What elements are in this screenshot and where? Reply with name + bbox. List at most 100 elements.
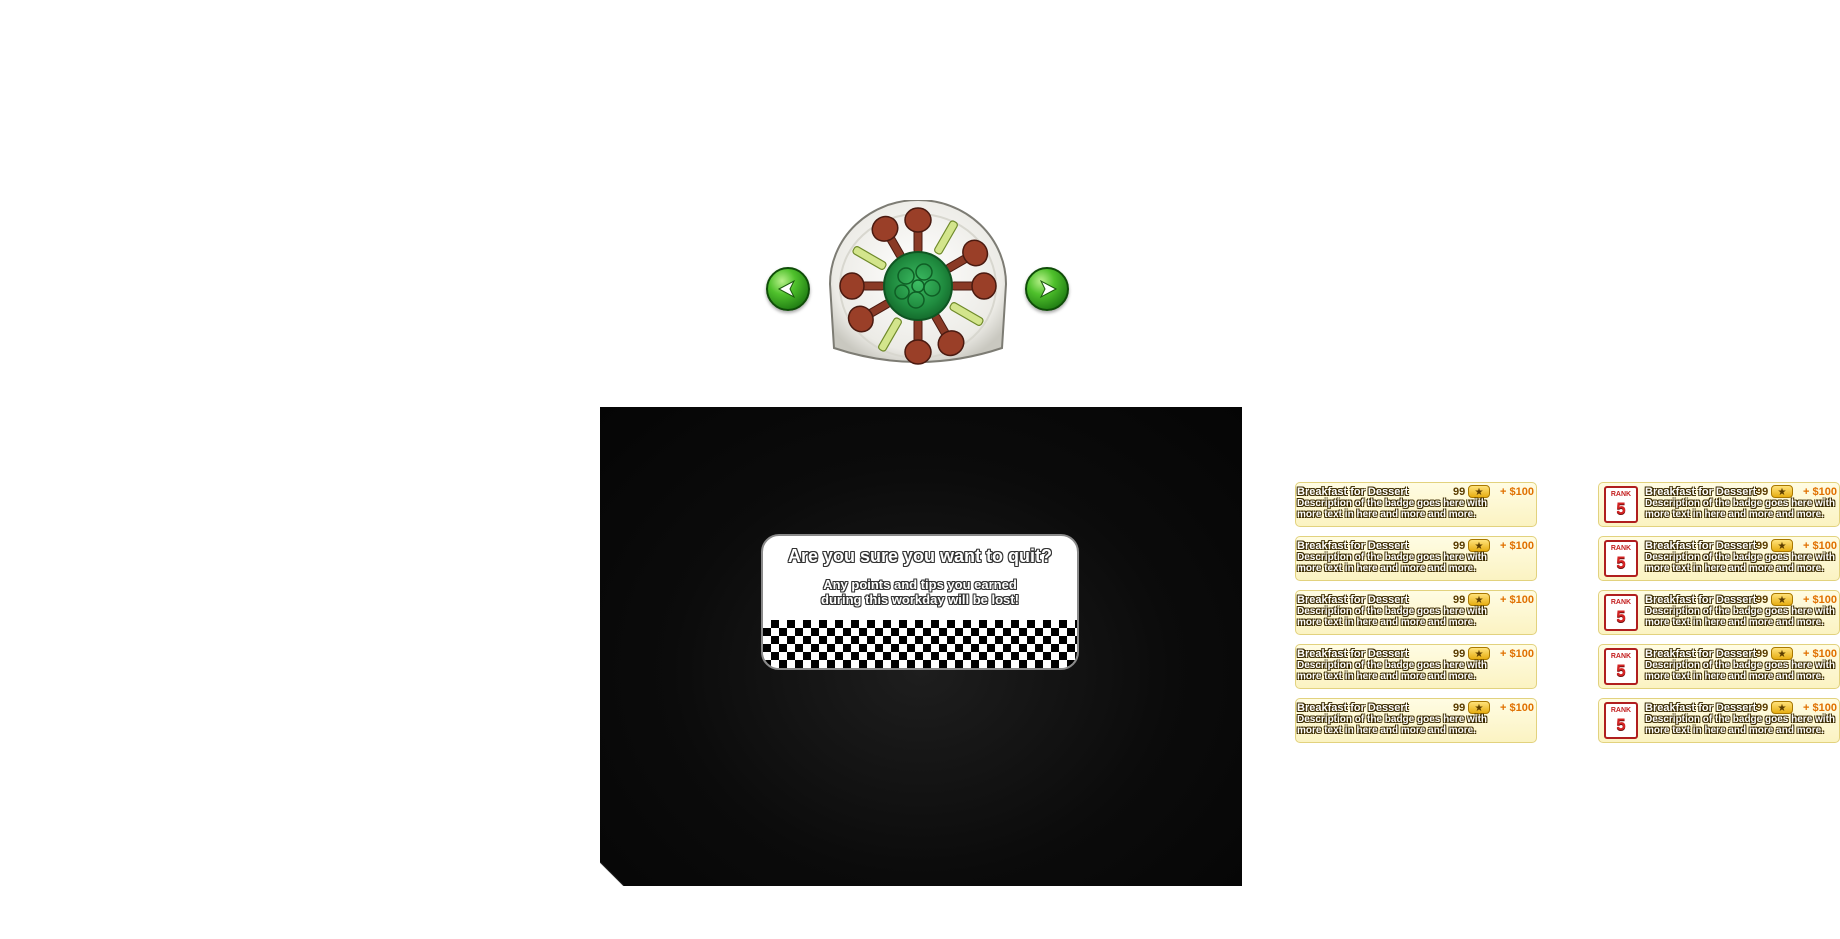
badge-card[interactable]: RANK 5 Breakfast for Dessert 99 ★ + $100 Descr… xyxy=(1598,644,1840,689)
next-plate-button[interactable] xyxy=(1025,267,1069,311)
badge-card[interactable]: RANK 5 Breakfast for Dessert 99 ★ + $100 Descr… xyxy=(1598,536,1840,581)
badge-description-line-2: more text in here and more and more. xyxy=(1645,509,1824,520)
badge-card[interactable]: RANK 5 Breakfast for Dessert 99 ★ + $100 Descr… xyxy=(1598,698,1840,743)
star-icon: ★ xyxy=(1771,701,1793,714)
badge-points: 99 xyxy=(1756,540,1769,552)
badge-description-line-1: Description of the badge goes here with xyxy=(1645,660,1836,671)
arrow-right-icon xyxy=(1039,279,1058,299)
badge-description: Description of the badge goes here with m… xyxy=(1297,660,1507,682)
star-icon: ★ xyxy=(1468,647,1490,660)
badge-points: 99 xyxy=(1453,486,1466,498)
badge-description-line-1: Description of the badge goes here with xyxy=(1297,498,1488,509)
star-icon: ★ xyxy=(1771,593,1793,606)
badge-points: 99 xyxy=(1756,486,1769,498)
badge-title: Breakfast for Dessert xyxy=(1645,594,1757,606)
badge-description: Description of the badge goes here with m… xyxy=(1297,606,1507,628)
badge-bonus: + $100 xyxy=(1803,648,1837,660)
badge-description-line-1: Description of the badge goes here with xyxy=(1645,498,1836,509)
rank-label: RANK xyxy=(1610,653,1632,660)
badge-title: Breakfast for Dessert xyxy=(1645,702,1757,714)
badge-title: Breakfast for Dessert xyxy=(1297,702,1409,714)
badge-points: 99 xyxy=(1756,594,1769,606)
badge-points: 99 xyxy=(1756,702,1769,714)
badge-description: Description of the badge goes here with m… xyxy=(1297,714,1507,736)
badge-card[interactable]: RANK 5 Breakfast for Dessert 99 ★ + $100 Descr… xyxy=(1598,590,1840,635)
rank-number: 5 xyxy=(1616,715,1626,734)
rank-label: RANK xyxy=(1610,491,1632,498)
rank-label: RANK xyxy=(1610,599,1632,606)
star-icon: ★ xyxy=(1771,647,1793,660)
badge-description: Description of the badge goes here with m… xyxy=(1645,714,1839,736)
rank-label: RANK xyxy=(1610,545,1632,552)
badge-description: Description of the badge goes here with m… xyxy=(1645,498,1839,520)
badge-title: Breakfast for Dessert xyxy=(1297,594,1409,606)
badge-description: Description of the badge goes here with m… xyxy=(1645,660,1839,682)
badge-card[interactable]: Breakfast for Dessert 99 ★ + $100 Descriptio… xyxy=(1295,698,1537,743)
badge-title: Breakfast for Dessert xyxy=(1645,486,1757,498)
badge-bonus: + $100 xyxy=(1500,594,1534,606)
badge-description-line-1: Description of the badge goes here with xyxy=(1645,552,1836,563)
badge-description-line-2: more text in here and more and more. xyxy=(1297,671,1476,682)
badge-card[interactable]: Breakfast for Dessert 99 ★ + $100 Descriptio… xyxy=(1295,590,1537,635)
arrow-left-icon xyxy=(777,279,796,299)
panel-corner xyxy=(600,862,624,886)
badge-bonus: + $100 xyxy=(1500,486,1534,498)
rank-badge-icon: RANK 5 xyxy=(1604,594,1638,631)
quit-dialog-message: Any points and tips you earned during th… xyxy=(783,577,1057,607)
star-icon: ★ xyxy=(1468,593,1490,606)
badge-description-line-1: Description of the badge goes here with xyxy=(1297,660,1488,671)
star-icon: ★ xyxy=(1468,539,1490,552)
badge-description: Description of the badge goes here with m… xyxy=(1297,498,1507,520)
quit-confirmation-dialog: Are you sure you want to quit? Any point… xyxy=(761,534,1079,670)
rank-badge-icon: RANK 5 xyxy=(1604,702,1638,739)
star-icon: ★ xyxy=(1771,485,1793,498)
previous-plate-button[interactable] xyxy=(766,267,810,311)
badge-description: Description of the badge goes here with m… xyxy=(1645,552,1839,574)
rank-label: RANK xyxy=(1610,707,1632,714)
badge-description: Description of the badge goes here with m… xyxy=(1645,606,1839,628)
badge-description-line-2: more text in here and more and more. xyxy=(1645,725,1824,736)
badge-title: Breakfast for Dessert xyxy=(1645,540,1757,552)
badge-description-line-2: more text in here and more and more. xyxy=(1297,509,1476,520)
badge-title: Breakfast for Dessert xyxy=(1297,648,1409,660)
badge-card[interactable]: Breakfast for Dessert 99 ★ + $100 Descriptio… xyxy=(1295,536,1537,581)
badge-description-line-1: Description of the badge goes here with xyxy=(1645,714,1836,725)
badge-bonus: + $100 xyxy=(1803,486,1837,498)
badge-card[interactable]: Breakfast for Dessert 99 ★ + $100 Descriptio… xyxy=(1295,482,1537,527)
badge-bonus: + $100 xyxy=(1803,594,1837,606)
badge-description-line-1: Description of the badge goes here with xyxy=(1297,552,1488,563)
badge-points: 99 xyxy=(1453,648,1466,660)
star-icon: ★ xyxy=(1468,485,1490,498)
badge-description-line-1: Description of the badge goes here with xyxy=(1297,606,1488,617)
badge-bonus: + $100 xyxy=(1500,702,1534,714)
badge-card[interactable]: RANK 5 Breakfast for Dessert 99 ★ + $100 Descr… xyxy=(1598,482,1840,527)
star-icon: ★ xyxy=(1771,539,1793,552)
badge-card[interactable]: Breakfast for Dessert 99 ★ + $100 Descriptio… xyxy=(1295,644,1537,689)
badge-description-line-2: more text in here and more and more. xyxy=(1645,617,1824,628)
badge-points: 99 xyxy=(1756,648,1769,660)
chicken-wings-plate-icon xyxy=(828,200,1008,365)
badge-points: 99 xyxy=(1453,594,1466,606)
badge-title: Breakfast for Dessert xyxy=(1297,486,1409,498)
badge-description-line-2: more text in here and more and more. xyxy=(1297,617,1476,628)
badge-description-line-1: Description of the badge goes here with xyxy=(1297,714,1488,725)
rank-badge-icon: RANK 5 xyxy=(1604,648,1638,685)
rank-badge-icon: RANK 5 xyxy=(1604,486,1638,523)
badge-description: Description of the badge goes here with m… xyxy=(1297,552,1507,574)
checkered-strip xyxy=(763,620,1077,668)
quit-dialog-line-1: Any points and tips you earned xyxy=(823,577,1017,592)
rank-badge-icon: RANK 5 xyxy=(1604,540,1638,577)
badge-title: Breakfast for Dessert xyxy=(1645,648,1757,660)
badge-bonus: + $100 xyxy=(1500,648,1534,660)
badge-bonus: + $100 xyxy=(1803,540,1837,552)
badge-title: Breakfast for Dessert xyxy=(1297,540,1409,552)
quit-dialog-line-2: during this workday will be lost! xyxy=(821,592,1019,607)
badge-description-line-2: more text in here and more and more. xyxy=(1645,563,1824,574)
rank-number: 5 xyxy=(1616,553,1626,572)
badge-bonus: + $100 xyxy=(1803,702,1837,714)
badge-description-line-2: more text in here and more and more. xyxy=(1297,563,1476,574)
badge-description-line-2: more text in here and more and more. xyxy=(1645,671,1824,682)
badge-points: 99 xyxy=(1453,702,1466,714)
rank-number: 5 xyxy=(1616,661,1626,680)
badge-list: Breakfast for Dessert 99 ★ + $100 Descriptio… xyxy=(1295,482,1840,752)
